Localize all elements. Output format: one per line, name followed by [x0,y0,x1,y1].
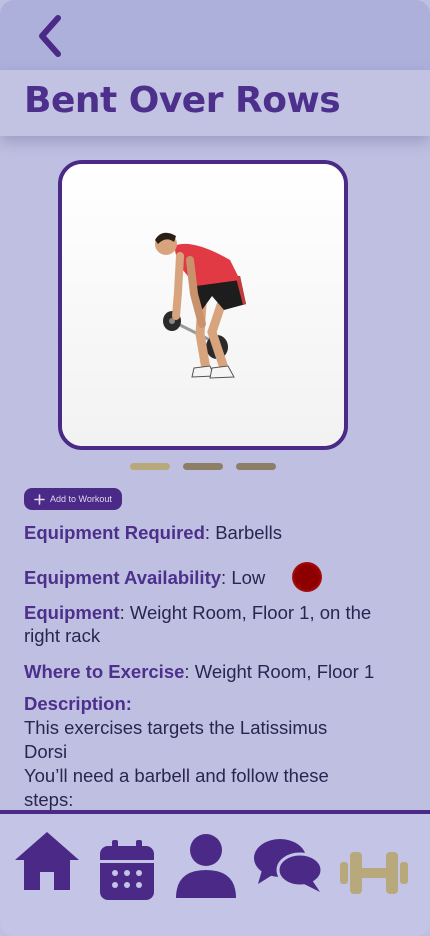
nav-chat[interactable] [252,836,324,901]
equipment-availability-label: Equipment Availability [24,567,222,588]
description-heading: Description: [24,693,132,714]
carousel-dot[interactable] [236,463,276,470]
back-button[interactable] [30,12,70,60]
chat-icon [254,839,324,892]
equipment-required-value: Barbells [215,522,283,543]
nav-home[interactable] [12,828,82,899]
description-line: steps: [24,789,74,810]
equipment-availability-value: Low [231,567,266,588]
equipment-label: Equipment [24,602,120,623]
equipment-availability-row: Equipment Availability: Low [24,567,266,588]
nav-workouts[interactable] [338,848,410,903]
equipment-row: Equipment: Weight Room, Floor 1, on the … [24,602,372,646]
where-to-exercise-label: Where to Exercise [24,661,185,682]
page-title: Bent Over Rows [24,80,341,121]
top-bar [0,0,430,70]
where-to-exercise-value: Weight Room, Floor 1 [194,661,375,682]
dumbbell-icon [340,852,408,894]
carousel-dot[interactable] [130,463,170,470]
where-to-exercise-row: Where to Exercise: Weight Room, Floor 1 [24,661,375,682]
description-line: This exercises targets the Latissimus [24,717,328,738]
exercise-image[interactable] [58,160,348,450]
description-line: You’ll need a barbell and follow these [24,765,329,786]
nav-calendar[interactable] [98,838,156,907]
carousel-dot[interactable] [183,463,223,470]
add-to-workout-label: Add to Workout [50,494,112,504]
chevron-left-icon [39,15,61,57]
availability-indicator [292,562,322,592]
home-icon [15,832,79,890]
profile-icon [176,834,236,898]
nav-profile[interactable] [172,832,240,905]
exercise-illustration [62,164,344,446]
add-to-workout-button[interactable]: Add to Workout [24,488,122,510]
description-line: Dorsi [24,741,68,762]
equipment-required-label: Equipment Required [24,522,205,543]
equipment-required-row: Equipment Required: Barbells [24,522,283,543]
description-text: This exercises targets the Latissimus Do… [24,716,404,812]
description-label: Description [24,693,126,714]
calendar-icon [100,840,154,900]
carousel-indicators [130,463,276,470]
plus-icon [34,493,45,505]
